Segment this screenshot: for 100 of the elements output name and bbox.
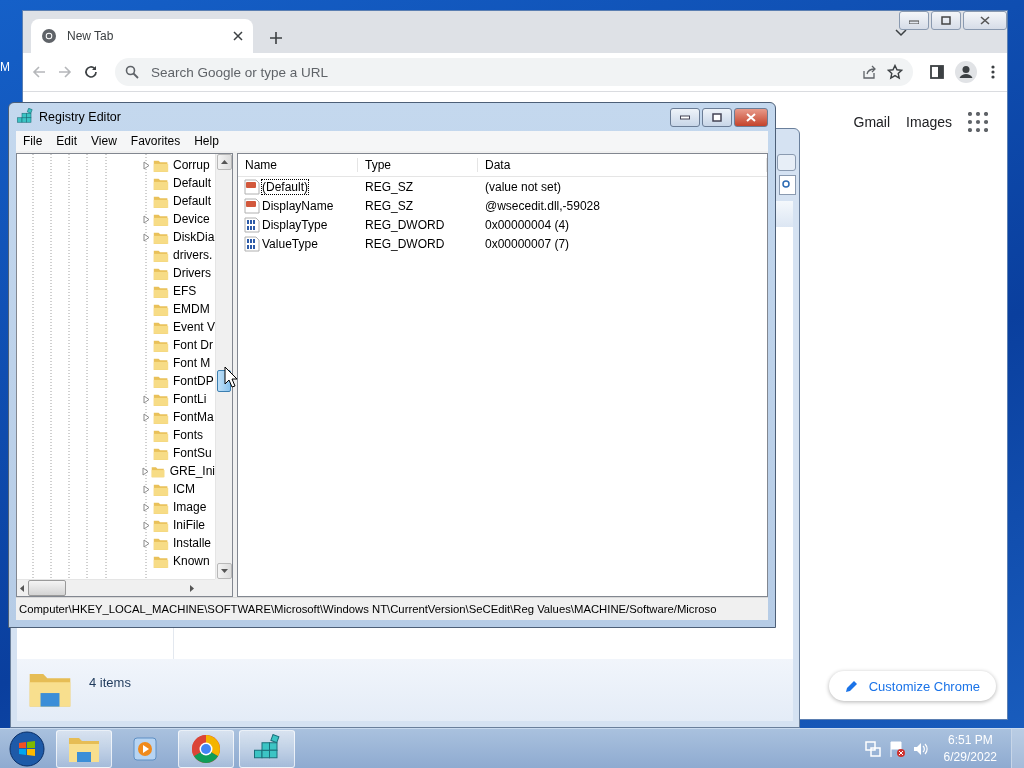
registry-cubes-icon	[16, 108, 34, 126]
tree-item[interactable]: Event V	[172, 320, 215, 334]
tree-item[interactable]: EFS	[173, 284, 197, 298]
tree-item[interactable]: GRE_Ini	[169, 464, 215, 478]
header-link[interactable]: Gmail	[853, 114, 891, 130]
search-field[interactable]	[779, 175, 796, 195]
bookmark-star-icon[interactable]	[887, 64, 903, 80]
binary-value-icon	[244, 216, 260, 233]
customize-chrome-button[interactable]: Customize Chrome	[828, 671, 996, 701]
close-button[interactable]	[963, 11, 1007, 30]
taskbar-button[interactable]	[56, 730, 112, 768]
tree-item[interactable]: Installe	[173, 536, 212, 550]
menu-item[interactable]: File	[16, 134, 50, 148]
tab-search-chevron-icon[interactable]	[895, 29, 907, 37]
search-icon	[125, 65, 139, 79]
chrome-logo-icon	[41, 28, 57, 44]
taskbar-button[interactable]	[178, 730, 234, 768]
tree-item[interactable]: ICM	[173, 482, 195, 496]
window-button[interactable]	[777, 154, 796, 171]
scroll-right-icon[interactable]	[190, 584, 194, 592]
tree-item[interactable]: FontDP	[173, 374, 214, 388]
restore-button[interactable]	[931, 11, 961, 30]
minimize-icon	[909, 17, 919, 24]
close-icon	[980, 16, 990, 25]
clock-time: 6:51 PM	[947, 732, 993, 749]
value-name[interactable]: ValueType	[262, 236, 318, 251]
value-type: REG_SZ	[364, 179, 414, 194]
profile-avatar-icon[interactable]	[955, 61, 977, 83]
tree-item[interactable]: Corrup	[173, 158, 210, 172]
tree-item[interactable]: drivers.	[173, 248, 213, 262]
clock-date: 6/29/2022	[943, 749, 997, 766]
share-icon[interactable]	[861, 64, 877, 80]
back-icon[interactable]	[31, 64, 47, 80]
column-header[interactable]: Data	[478, 158, 767, 172]
minimize-button[interactable]	[670, 107, 700, 127]
tree-item[interactable]: IniFile	[173, 518, 205, 532]
reload-icon[interactable]	[83, 64, 99, 80]
menu-item[interactable]: Favorites	[123, 134, 188, 148]
browser-tab[interactable]: New Tab	[31, 19, 253, 53]
vertical-scrollbar[interactable]	[215, 154, 232, 579]
column-header[interactable]: Type	[358, 158, 478, 172]
horizontal-scrollbar[interactable]	[17, 579, 215, 596]
header-link[interactable]: Images	[906, 114, 952, 130]
column-header[interactable]: Name	[238, 158, 358, 172]
expand-arrow-icon[interactable]	[142, 160, 150, 170]
value-name[interactable]: (Default)	[262, 179, 308, 194]
value-data: 0x00000007 (7)	[484, 236, 571, 251]
tree-item[interactable]: Fonts	[173, 428, 203, 442]
restore-button[interactable]	[702, 107, 732, 127]
tree-item[interactable]: Image	[173, 500, 207, 514]
value-name[interactable]: DisplayType	[262, 217, 328, 232]
tree-item[interactable]: Font M	[173, 356, 211, 370]
pencil-icon	[844, 679, 859, 693]
address-field[interactable]: Search Google or type a URL	[149, 63, 851, 81]
tree-item[interactable]: Font Dr	[173, 338, 213, 352]
close-icon[interactable]	[233, 31, 243, 41]
side-panel-icon[interactable]	[929, 64, 945, 80]
value-type: REG_SZ	[364, 198, 414, 213]
scroll-left-icon[interactable]	[20, 584, 24, 592]
value-type: REG_DWORD	[364, 217, 446, 232]
scroll-down-icon[interactable]	[220, 569, 228, 573]
close-icon	[746, 112, 756, 122]
menu-item[interactable]: View	[84, 134, 124, 148]
apps-grid-icon[interactable]	[968, 112, 988, 132]
search-icon	[782, 180, 792, 190]
tree-item[interactable]: FontMa	[173, 410, 214, 424]
status-path: Computer\HKEY_LOCAL_MACHINE\SOFTWARE\Microsoft\Windows NT\CurrentVersion\SeCEdit\Reg Values\MACHINE/Software/Microso	[16, 597, 768, 620]
tree-item[interactable]: Default	[173, 176, 212, 190]
close-button[interactable]	[734, 107, 768, 127]
address-bar[interactable]: Search Google or type a URL	[115, 58, 913, 86]
forward-icon[interactable]	[57, 64, 73, 80]
string-value-icon	[244, 178, 260, 195]
value-data: (value not set)	[484, 179, 563, 194]
tree-item[interactable]: DiskDia	[173, 230, 215, 244]
tree-item[interactable]: Drivers	[173, 266, 211, 280]
minimize-icon	[680, 114, 690, 120]
tree-item[interactable]: Device	[173, 212, 210, 226]
new-tab-icon[interactable]	[269, 31, 283, 45]
media-player-icon	[131, 735, 159, 763]
tree-item[interactable]: FontSu	[173, 446, 212, 460]
desktop-icon-label[interactable]: M	[0, 60, 10, 74]
value-data: 0x00000004 (4)	[484, 217, 571, 232]
tree-item[interactable]: FontLi	[173, 392, 207, 406]
restore-icon	[941, 16, 951, 25]
item-count: 4 items	[89, 675, 131, 690]
string-value-icon	[244, 197, 260, 214]
taskbar-button[interactable]	[239, 730, 295, 768]
tree-item[interactable]: Default	[173, 194, 212, 208]
menu-item[interactable]: Edit	[49, 134, 85, 148]
menu-item[interactable]: Help	[187, 134, 226, 148]
tree-item[interactable]: Known	[173, 554, 210, 568]
scroll-thumb[interactable]	[28, 580, 66, 596]
value-data: @wsecedit.dll,-59028	[484, 198, 601, 213]
chrome-logo-icon	[191, 734, 221, 764]
tree-item[interactable]: EMDM	[173, 302, 210, 316]
action-center-flag-icon[interactable]	[887, 740, 906, 758]
restore-icon	[712, 112, 722, 122]
value-name[interactable]: DisplayName	[262, 198, 334, 213]
scroll-up-icon[interactable]	[220, 160, 228, 164]
network-icon[interactable]	[863, 740, 882, 758]
